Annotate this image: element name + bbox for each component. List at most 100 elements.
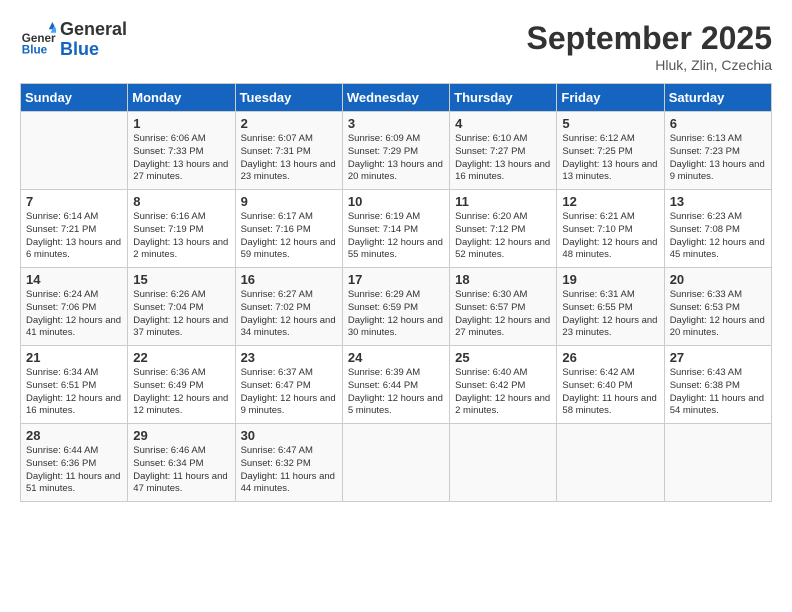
day-info: Sunrise: 6:21 AM Sunset: 7:10 PM Dayligh… [562,211,658,262]
weekday-header-sunday: Sunday [21,84,128,112]
day-number: 17 [348,272,444,287]
day-number: 12 [562,194,658,209]
calendar-cell: 23Sunrise: 6:37 AM Sunset: 6:47 PM Dayli… [235,346,342,424]
day-info: Sunrise: 6:19 AM Sunset: 7:14 PM Dayligh… [348,211,444,262]
calendar-cell: 19 Sunrise: 6:31 AM Sunset: 6:55 PM Dayli… [557,268,664,346]
calendar-cell [664,424,771,502]
day-number: 10 [348,194,444,209]
logo: General Blue General Blue [20,20,127,60]
day-info: Sunrise: 6:24 AM Sunset: 7:06 PM Dayligh… [26,289,122,340]
day-number: 18 [455,272,551,287]
calendar-cell: 5 Sunrise: 6:12 AM Sunset: 7:25 PM Daylig… [557,112,664,190]
calendar-cell: 8 Sunrise: 6:16 AM Sunset: 7:19 PM Daylig… [128,190,235,268]
calendar-week-row: 28 Sunrise: 6:44 AM Sunset: 6:36 PM Dayli… [21,424,772,502]
weekday-header-saturday: Saturday [664,84,771,112]
calendar-cell: 16 Sunrise: 6:27 AM Sunset: 7:02 PM Dayli… [235,268,342,346]
day-number: 20 [670,272,766,287]
day-info: Sunrise: 6:09 AM Sunset: 7:29 PM Dayligh… [348,133,444,184]
day-number: 24 [348,350,444,365]
calendar-week-row: 7Sunrise: 6:14 AM Sunset: 7:21 PM Daylig… [21,190,772,268]
calendar-cell: 3 Sunrise: 6:09 AM Sunset: 7:29 PM Daylig… [342,112,449,190]
day-info: Sunrise: 6:34 AM Sunset: 6:51 PM Dayligh… [26,367,122,418]
calendar-cell: 27 Sunrise: 6:43 AM Sunset: 6:38 PM Dayli… [664,346,771,424]
day-info: Sunrise: 6:29 AM Sunset: 6:59 PM Dayligh… [348,289,444,340]
day-info: Sunrise: 6:26 AM Sunset: 7:04 PM Dayligh… [133,289,229,340]
day-info: Sunrise: 6:47 AM Sunset: 6:32 PM Dayligh… [241,445,337,496]
calendar-cell: 28 Sunrise: 6:44 AM Sunset: 6:36 PM Dayli… [21,424,128,502]
day-number: 1 [133,116,229,131]
calendar-week-row: 14 Sunrise: 6:24 AM Sunset: 7:06 PM Dayli… [21,268,772,346]
calendar-cell: 6 Sunrise: 6:13 AM Sunset: 7:23 PM Daylig… [664,112,771,190]
calendar-cell: 25Sunrise: 6:40 AM Sunset: 6:42 PM Dayli… [450,346,557,424]
weekday-header-thursday: Thursday [450,84,557,112]
day-number: 4 [455,116,551,131]
calendar-cell: 12 Sunrise: 6:21 AM Sunset: 7:10 PM Dayli… [557,190,664,268]
calendar-cell: 26 Sunrise: 6:42 AM Sunset: 6:40 PM Dayli… [557,346,664,424]
weekday-header-row: SundayMondayTuesdayWednesdayThursdayFrid… [21,84,772,112]
day-number: 29 [133,428,229,443]
calendar-cell: 2Sunrise: 6:07 AM Sunset: 7:31 PM Daylig… [235,112,342,190]
day-info: Sunrise: 6:27 AM Sunset: 7:02 PM Dayligh… [241,289,337,340]
day-info: Sunrise: 6:16 AM Sunset: 7:19 PM Dayligh… [133,211,229,262]
calendar-week-row: 1 Sunrise: 6:06 AM Sunset: 7:33 PM Daylig… [21,112,772,190]
day-number: 15 [133,272,229,287]
calendar-cell: 9 Sunrise: 6:17 AM Sunset: 7:16 PM Daylig… [235,190,342,268]
location: Hluk, Zlin, Czechia [527,57,772,73]
logo-general: General [60,20,127,40]
day-number: 16 [241,272,337,287]
calendar-cell: 29Sunrise: 6:46 AM Sunset: 6:34 PM Dayli… [128,424,235,502]
day-number: 11 [455,194,551,209]
calendar-cell: 22 Sunrise: 6:36 AM Sunset: 6:49 PM Dayli… [128,346,235,424]
day-info: Sunrise: 6:33 AM Sunset: 6:53 PM Dayligh… [670,289,766,340]
day-info: Sunrise: 6:14 AM Sunset: 7:21 PM Dayligh… [26,211,122,262]
calendar-cell: 20 Sunrise: 6:33 AM Sunset: 6:53 PM Dayli… [664,268,771,346]
day-number: 19 [562,272,658,287]
calendar-cell: 15 Sunrise: 6:26 AM Sunset: 7:04 PM Dayli… [128,268,235,346]
calendar-cell [557,424,664,502]
day-info: Sunrise: 6:43 AM Sunset: 6:38 PM Dayligh… [670,367,766,418]
day-number: 30 [241,428,337,443]
day-number: 23 [241,350,337,365]
day-info: Sunrise: 6:44 AM Sunset: 6:36 PM Dayligh… [26,445,122,496]
month-title: September 2025 [527,20,772,57]
calendar-cell: 18Sunrise: 6:30 AM Sunset: 6:57 PM Dayli… [450,268,557,346]
day-info: Sunrise: 6:31 AM Sunset: 6:55 PM Dayligh… [562,289,658,340]
weekday-header-tuesday: Tuesday [235,84,342,112]
day-info: Sunrise: 6:13 AM Sunset: 7:23 PM Dayligh… [670,133,766,184]
calendar-cell: 30 Sunrise: 6:47 AM Sunset: 6:32 PM Dayli… [235,424,342,502]
day-info: Sunrise: 6:20 AM Sunset: 7:12 PM Dayligh… [455,211,551,262]
day-number: 28 [26,428,122,443]
day-info: Sunrise: 6:17 AM Sunset: 7:16 PM Dayligh… [241,211,337,262]
calendar-cell: 24Sunrise: 6:39 AM Sunset: 6:44 PM Dayli… [342,346,449,424]
calendar-cell: 14 Sunrise: 6:24 AM Sunset: 7:06 PM Dayli… [21,268,128,346]
calendar-cell: 17 Sunrise: 6:29 AM Sunset: 6:59 PM Dayli… [342,268,449,346]
day-number: 21 [26,350,122,365]
day-number: 8 [133,194,229,209]
calendar-cell: 13Sunrise: 6:23 AM Sunset: 7:08 PM Dayli… [664,190,771,268]
logo-icon: General Blue [20,22,56,58]
calendar-cell: 1 Sunrise: 6:06 AM Sunset: 7:33 PM Daylig… [128,112,235,190]
day-info: Sunrise: 6:36 AM Sunset: 6:49 PM Dayligh… [133,367,229,418]
day-info: Sunrise: 6:42 AM Sunset: 6:40 PM Dayligh… [562,367,658,418]
day-number: 3 [348,116,444,131]
calendar-cell: 4Sunrise: 6:10 AM Sunset: 7:27 PM Daylig… [450,112,557,190]
logo-text: General Blue [60,20,127,60]
calendar-cell: 11 Sunrise: 6:20 AM Sunset: 7:12 PM Dayli… [450,190,557,268]
day-number: 6 [670,116,766,131]
calendar-cell [342,424,449,502]
day-number: 27 [670,350,766,365]
weekday-header-monday: Monday [128,84,235,112]
day-number: 9 [241,194,337,209]
day-number: 2 [241,116,337,131]
title-block: September 2025 Hluk, Zlin, Czechia [527,20,772,73]
calendar-cell [450,424,557,502]
day-info: Sunrise: 6:40 AM Sunset: 6:42 PM Dayligh… [455,367,551,418]
day-number: 22 [133,350,229,365]
day-number: 5 [562,116,658,131]
calendar-week-row: 21 Sunrise: 6:34 AM Sunset: 6:51 PM Dayli… [21,346,772,424]
day-info: Sunrise: 6:12 AM Sunset: 7:25 PM Dayligh… [562,133,658,184]
day-number: 14 [26,272,122,287]
day-number: 26 [562,350,658,365]
day-info: Sunrise: 6:06 AM Sunset: 7:33 PM Dayligh… [133,133,229,184]
page-header: General Blue General Blue September 2025… [20,20,772,73]
